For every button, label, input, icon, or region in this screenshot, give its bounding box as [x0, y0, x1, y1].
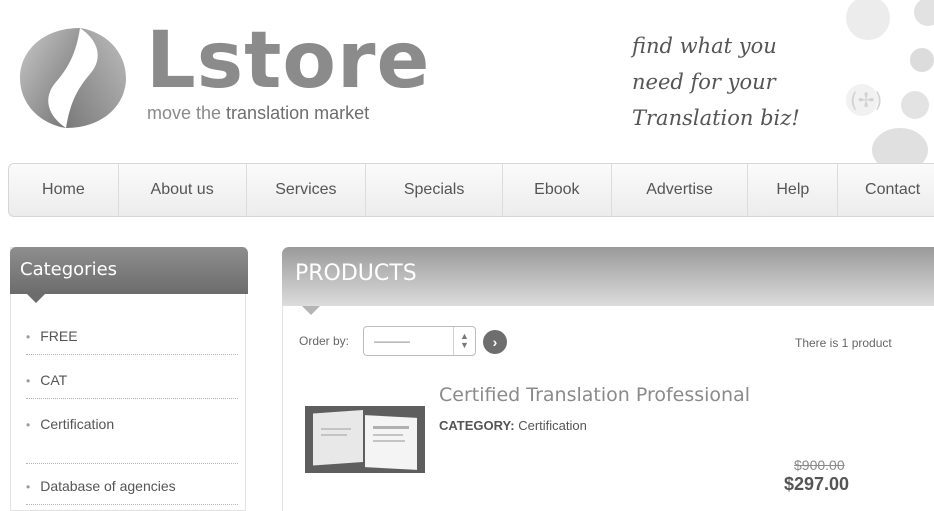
category-label: CAT — [40, 372, 68, 388]
svg-text:(✢): (✢) — [850, 88, 882, 112]
nav-home[interactable]: Home — [9, 164, 119, 216]
nav-help[interactable]: Help — [748, 164, 839, 216]
header-slogan: find what you need for your Translation … — [632, 28, 800, 136]
categories-sidebar: Categories • FREE • CAT • Certification • Da… — [10, 247, 248, 511]
logo-tagline: move the translation market — [147, 103, 369, 124]
nav-specials[interactable]: Specials — [366, 164, 503, 216]
category-key: CATEGORY: — [439, 418, 515, 433]
logo-wordmark[interactable]: Lstore — [146, 18, 430, 104]
tagline-bold: translation market — [226, 103, 370, 123]
category-item-free[interactable]: • FREE — [26, 328, 238, 355]
select-arrows-icon: ▲ ▼ — [453, 327, 475, 355]
nav-ebook[interactable]: Ebook — [503, 164, 612, 216]
products-body: Order by: ——— ▲ ▼ › There is 1 product Ce… — [282, 306, 934, 511]
bullet-icon: • — [26, 418, 31, 432]
category-label: FREE — [40, 328, 78, 344]
order-go-button[interactable]: › — [483, 330, 507, 354]
products-title: PRODUCTS — [282, 247, 934, 315]
order-by-select[interactable]: ——— ▲ ▼ — [363, 326, 476, 356]
product-thumbnail[interactable] — [305, 406, 425, 473]
product-category: CATEGORY: Certification — [439, 418, 587, 433]
slogan-line-3: Translation biz! — [632, 106, 800, 130]
decorative-flags-icon: (✢) — [846, 0, 934, 165]
slogan-line-2: need for your — [632, 70, 776, 94]
category-item-database-of-agencies[interactable]: • Database of agencies — [26, 478, 238, 505]
category-value: Certification — [518, 418, 587, 433]
old-price: $900.00 — [794, 457, 845, 473]
product-count: There is 1 product — [795, 336, 892, 350]
bullet-icon: • — [26, 480, 31, 494]
order-by-label: Order by: — [299, 334, 350, 348]
products-panel: PRODUCTS Order by: ——— ▲ ▼ › There is 1 p… — [282, 247, 934, 511]
bullet-icon: • — [26, 374, 31, 388]
nav-about-us[interactable]: About us — [119, 164, 247, 216]
product-title-link[interactable]: Certified Translation Professional — [439, 384, 750, 406]
category-label: Database of agencies — [40, 478, 176, 494]
sale-price: $297.00 — [784, 474, 850, 494]
nav-services[interactable]: Services — [247, 164, 367, 216]
category-item-cat[interactable]: • CAT — [26, 372, 238, 399]
categories-title: Categories — [10, 247, 248, 303]
logo-mark-icon — [20, 28, 126, 128]
main-nav: Home About us Services Specials Ebook Ad… — [8, 163, 934, 217]
category-item-certification[interactable]: • Certification — [26, 416, 238, 464]
nav-contact[interactable]: Contact — [838, 164, 934, 216]
nav-advertise[interactable]: Advertise — [612, 164, 749, 216]
category-label: Certification — [40, 416, 115, 432]
order-by-value: ——— — [374, 334, 410, 348]
bullet-icon: • — [26, 330, 31, 344]
slogan-line-1: find what you — [632, 34, 777, 58]
tagline-pre: move the — [147, 103, 227, 123]
